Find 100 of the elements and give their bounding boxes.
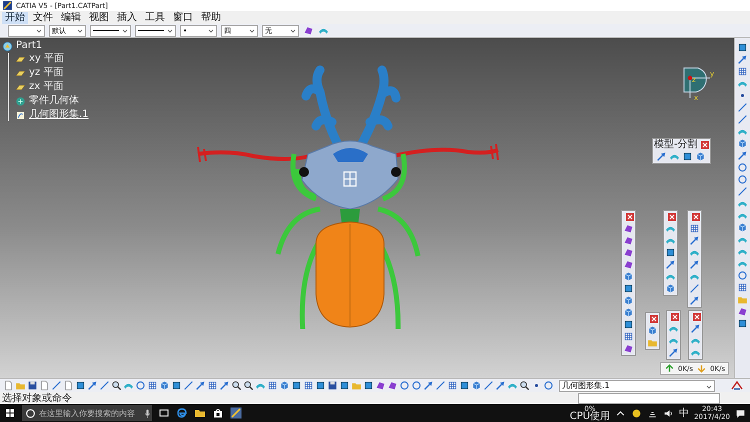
- magnifier-icon[interactable]: [231, 380, 242, 391]
- close-button[interactable]: [700, 141, 709, 149]
- dropdown[interactable]: [135, 24, 176, 36]
- close-button[interactable]: [671, 313, 679, 321]
- close-button[interactable]: [668, 213, 676, 221]
- arrow-icon[interactable]: [195, 380, 206, 391]
- arrow-icon[interactable]: [690, 323, 701, 334]
- tree-item[interactable]: yz 平面: [29, 67, 64, 79]
- caret-icon[interactable]: [208, 28, 214, 34]
- line-icon[interactable]: [99, 380, 110, 391]
- solid-icon[interactable]: [623, 247, 634, 258]
- cube-icon[interactable]: [737, 222, 748, 233]
- box-icon[interactable]: [737, 318, 748, 329]
- solid-icon[interactable]: [623, 259, 634, 270]
- box-icon[interactable]: [737, 42, 748, 53]
- grid-icon[interactable]: [303, 380, 314, 391]
- menu-item[interactable]: 工具: [142, 12, 168, 24]
- box-icon[interactable]: [339, 380, 350, 391]
- circle-icon[interactable]: [411, 380, 422, 391]
- menu-item[interactable]: 窗口: [170, 12, 196, 24]
- arrow-icon[interactable]: [495, 380, 506, 391]
- caret-icon[interactable]: [290, 28, 296, 34]
- grid-icon[interactable]: [689, 223, 700, 234]
- grid-icon[interactable]: [737, 66, 748, 77]
- line-icon[interactable]: [737, 114, 748, 125]
- box-icon[interactable]: [682, 151, 694, 162]
- task-view-icon[interactable]: [158, 407, 170, 419]
- box-icon[interactable]: [459, 380, 470, 391]
- compass-drawing[interactable]: [684, 68, 710, 98]
- grid-icon[interactable]: [207, 380, 218, 391]
- box-icon[interactable]: [623, 319, 634, 330]
- command-input-field[interactable]: [578, 392, 720, 404]
- arrow-icon[interactable]: [665, 259, 676, 270]
- cube-icon[interactable]: [279, 380, 290, 391]
- circle-icon[interactable]: [737, 174, 748, 185]
- browser-icon[interactable]: [176, 407, 188, 419]
- arrow-icon[interactable]: [737, 54, 748, 65]
- grid-icon[interactable]: [267, 380, 278, 391]
- dropdown[interactable]: [90, 24, 131, 36]
- tree-item[interactable]: 几何图形集.1: [29, 109, 89, 121]
- line-icon[interactable]: [435, 380, 446, 391]
- menu-item[interactable]: 帮助: [198, 12, 224, 24]
- box-icon[interactable]: [75, 380, 86, 391]
- tree-item[interactable]: zx 平面: [29, 81, 64, 93]
- close-button[interactable]: [693, 313, 701, 321]
- grid-icon[interactable]: [623, 331, 634, 342]
- tree-item[interactable]: 零件几何体: [29, 95, 79, 107]
- circle-icon[interactable]: [543, 380, 554, 391]
- line-icon[interactable]: [737, 102, 748, 113]
- cube-icon[interactable]: [647, 325, 658, 336]
- line-icon[interactable]: [737, 186, 748, 197]
- menu-item[interactable]: 插入: [114, 12, 140, 24]
- tree-item[interactable]: xy 平面: [29, 53, 64, 65]
- circle-icon[interactable]: [737, 162, 748, 173]
- speaker-icon[interactable]: [663, 408, 674, 418]
- box-icon[interactable]: [291, 380, 302, 391]
- caret-icon[interactable]: [77, 28, 83, 34]
- line-icon[interactable]: [689, 283, 700, 294]
- arrow-icon[interactable]: [87, 380, 98, 391]
- magnifier-icon[interactable]: [243, 380, 254, 391]
- magnifier-icon[interactable]: [111, 380, 122, 391]
- folder-icon[interactable]: [194, 407, 206, 419]
- cube-icon[interactable]: [159, 380, 170, 391]
- menu-item[interactable]: 编辑: [58, 12, 84, 24]
- caret-icon[interactable]: [167, 28, 173, 34]
- cube-icon[interactable]: [737, 138, 748, 149]
- arrow-icon[interactable]: [656, 151, 668, 162]
- box-icon[interactable]: [623, 283, 634, 294]
- dropdown[interactable]: 几何图形集.1: [559, 380, 715, 392]
- caret-icon[interactable]: [36, 28, 42, 34]
- status-dot-icon[interactable]: [631, 408, 642, 418]
- cube-icon[interactable]: [471, 380, 482, 391]
- arrow-icon[interactable]: [668, 347, 679, 358]
- line-icon[interactable]: [483, 380, 494, 391]
- arrow-icon[interactable]: [737, 150, 748, 161]
- grid-icon[interactable]: [147, 380, 158, 391]
- solid-icon[interactable]: [737, 306, 748, 317]
- cube-icon[interactable]: [665, 283, 676, 294]
- arrow-icon[interactable]: [689, 259, 700, 270]
- box-icon[interactable]: [171, 380, 182, 391]
- circle-icon[interactable]: [399, 380, 410, 391]
- box-icon[interactable]: [315, 380, 326, 391]
- arrow-icon[interactable]: [219, 380, 230, 391]
- line-icon[interactable]: [51, 380, 62, 391]
- close-button[interactable]: [626, 213, 634, 221]
- grid-icon[interactable]: [447, 380, 458, 391]
- solid-icon[interactable]: [623, 343, 634, 354]
- magnifier-icon[interactable]: [519, 380, 530, 391]
- arrow-icon[interactable]: [689, 235, 700, 246]
- arrow-icon[interactable]: [423, 380, 434, 391]
- caret-icon[interactable]: [706, 382, 712, 388]
- notification-icon[interactable]: [735, 408, 746, 418]
- bag-icon[interactable]: [212, 407, 224, 419]
- arrow-icon[interactable]: [689, 295, 700, 306]
- close-button[interactable]: [692, 213, 700, 221]
- menu-item[interactable]: 开始: [2, 12, 28, 24]
- microphone-icon[interactable]: [142, 408, 153, 418]
- windows-logo-icon[interactable]: [4, 407, 16, 419]
- box-icon[interactable]: [665, 247, 676, 258]
- caret-icon[interactable]: [249, 28, 255, 34]
